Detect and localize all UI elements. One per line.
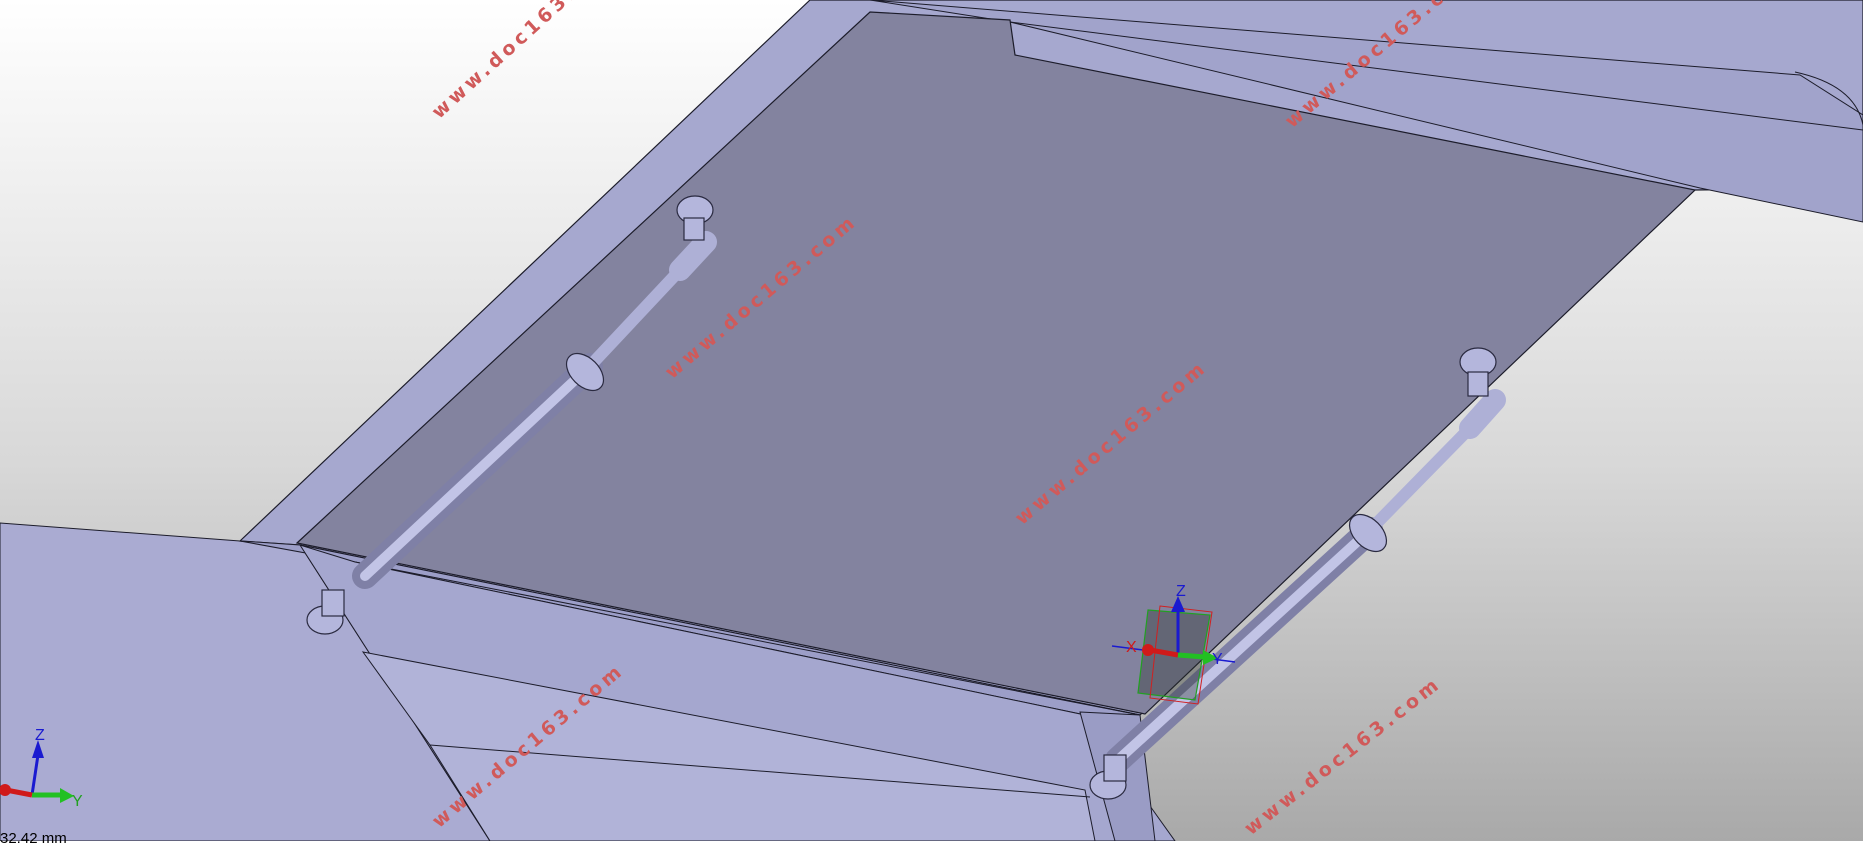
manipulator-x-label: X bbox=[1126, 639, 1137, 656]
manipulator-y-label: Y bbox=[1212, 651, 1223, 668]
scale-readout: 32.42 mm bbox=[0, 830, 67, 847]
triad-z-label: Z bbox=[35, 727, 45, 744]
triad-y-label: Y bbox=[72, 793, 83, 810]
manipulator-z-label: Z bbox=[1176, 583, 1186, 600]
model-canvas[interactable]: Z X Y Z Y bbox=[0, 0, 1863, 841]
cad-viewport[interactable]: Z X Y Z Y www.doc163.com www.doc163.com … bbox=[0, 0, 1863, 847]
